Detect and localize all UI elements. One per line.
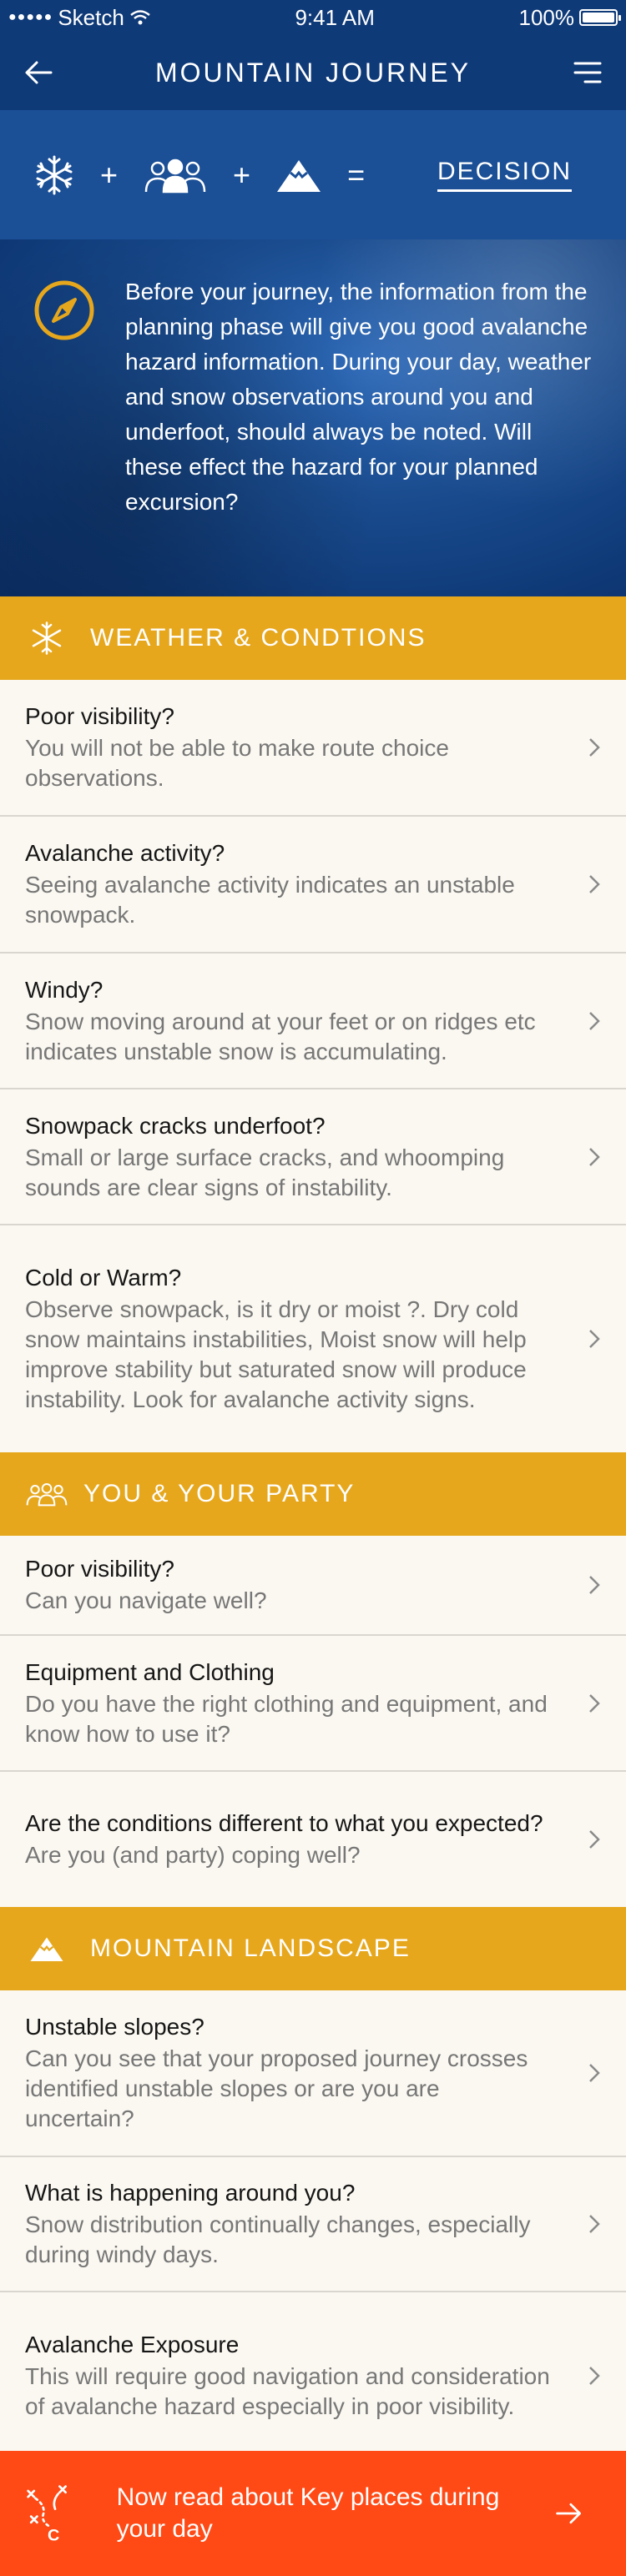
item-title: Avalanche activity? <box>25 840 225 866</box>
list-item[interactable]: Windy? Snow moving around at your feet o… <box>0 953 626 1089</box>
intro-text: Before your journey, the information fro… <box>125 279 592 515</box>
list-item[interactable]: Snowpack cracks underfoot? Small or larg… <box>0 1089 626 1225</box>
item-title: Unstable slopes? <box>25 2014 204 2040</box>
section-header-weather: WEATHER & CONDTIONS <box>0 596 626 680</box>
section-label: YOU & YOUR PARTY <box>83 1480 356 1507</box>
route-plan-icon: C <box>27 2485 67 2544</box>
decision-link[interactable]: DECISION <box>437 158 572 192</box>
chevron-right-icon <box>589 1693 600 1713</box>
item-title: Windy? <box>25 976 103 1003</box>
snowflake-icon <box>36 155 73 194</box>
back-button[interactable] <box>18 53 58 93</box>
group-icon <box>25 1472 68 1516</box>
footer-label: Now read about Key places during your da… <box>116 2483 500 2543</box>
status-right: 100% <box>518 4 621 31</box>
chevron-right-icon <box>589 1330 600 1348</box>
status-left: ●●●●● Sketch <box>8 5 151 31</box>
list-item[interactable]: Poor visibility? Can you navigate well? <box>0 1536 626 1636</box>
status-bar: ●●●●● Sketch 9:41 AM 100% <box>0 0 626 35</box>
section-header-landscape: MOUNTAIN LANDSCAPE <box>0 1907 626 1990</box>
battery-percent: 100% <box>518 4 574 30</box>
item-description: Small or large surface cracks, and whoom… <box>25 1144 505 1200</box>
mountain-icon <box>25 1927 68 1970</box>
section-label: MOUNTAIN LANDSCAPE <box>90 1935 411 1962</box>
section-label: WEATHER & CONDTIONS <box>90 624 427 652</box>
mountain-icon <box>277 159 321 192</box>
page-title: MOUNTAIN JOURNEY <box>154 57 472 88</box>
item-title: Equipment and Clothing <box>25 1658 275 1685</box>
wifi-icon <box>130 10 150 25</box>
chevron-right-icon <box>589 1830 600 1849</box>
item-description: This will require good navigation and co… <box>25 2363 550 2419</box>
list-item[interactable]: Cold or Warm? Observe snowpack, is it dr… <box>0 1225 626 1452</box>
clock: 9:41 AM <box>295 4 375 30</box>
item-title: Poor visibility? <box>25 703 174 729</box>
menu-button[interactable] <box>568 53 608 93</box>
list-item[interactable]: Poor visibility? You will not be able to… <box>0 680 626 817</box>
item-description: Do you have the right clothing and equip… <box>25 1690 548 1747</box>
item-description: Can you see that your proposed journey c… <box>25 2045 528 2131</box>
section-header-party: YOU & YOUR PARTY <box>0 1452 626 1536</box>
item-description: Can you navigate well? <box>25 1587 267 1613</box>
item-description: Are you (and party) coping well? <box>25 1842 361 1868</box>
mountain-journey-screen: ●●●●● Sketch 9:41 AM 100% MOUNTAIN JOURN… <box>0 0 626 2576</box>
decision-formula: + + = DECISION <box>0 110 626 239</box>
chevron-right-icon <box>589 1147 600 1166</box>
item-title: Snowpack cracks underfoot? <box>25 1112 326 1139</box>
chevron-right-icon <box>589 738 600 757</box>
item-title: Are the conditions different to what you… <box>25 1810 543 1836</box>
item-title: What is happening around you? <box>25 2180 356 2206</box>
list-item[interactable]: Avalanche Exposure This will require goo… <box>0 2292 626 2459</box>
menu-icon <box>573 62 602 83</box>
snowflake-icon <box>25 616 68 660</box>
svg-text:C: C <box>48 2526 59 2544</box>
list-item[interactable]: What is happening around you? Snow distr… <box>0 2157 626 2292</box>
item-title: Poor visibility? <box>25 1556 174 1582</box>
signal-dots-icon: ●●●●● <box>8 10 53 24</box>
list-item[interactable]: Equipment and Clothing Do you have the r… <box>0 1636 626 1772</box>
equals-sign: = <box>347 157 366 192</box>
chevron-right-icon <box>589 2064 600 2082</box>
item-description: Seeing avalanche activity indicates an u… <box>25 872 515 928</box>
plus-sign: + <box>100 157 119 192</box>
chevron-right-icon <box>589 1011 600 1030</box>
list-item[interactable]: Are the conditions different to what you… <box>0 1772 626 1907</box>
item-title: Cold or Warm? <box>25 1265 182 1291</box>
key-places-button[interactable]: C Now read about Key places during your … <box>0 2451 626 2576</box>
intro-banner: Before your journey, the information fro… <box>0 239 626 596</box>
plus-sign: + <box>233 157 251 192</box>
battery-icon <box>578 9 621 26</box>
item-title: Avalanche Exposure <box>25 2332 240 2357</box>
chevron-right-icon <box>589 2367 600 2385</box>
arrow-right-icon <box>556 2503 581 2524</box>
back-arrow-icon <box>25 61 53 84</box>
group-icon <box>144 158 206 193</box>
chevron-right-icon <box>589 1576 600 1594</box>
item-description: Snow moving around at your feet or on ri… <box>25 1008 536 1064</box>
chevron-right-icon <box>589 2215 600 2233</box>
compass-icon <box>34 280 94 340</box>
item-description: Snow distribution continually changes, e… <box>25 2211 531 2267</box>
item-description: You will not be able to make route choic… <box>25 735 449 791</box>
item-description: Observe snowpack, is it dry or moist ?. … <box>25 1296 527 1412</box>
list-item[interactable]: Unstable slopes? Can you see that your p… <box>0 1990 626 2157</box>
carrier-label: Sketch <box>58 4 124 30</box>
list-item[interactable]: Avalanche activity? Seeing avalanche act… <box>0 817 626 953</box>
chevron-right-icon <box>589 875 600 893</box>
nav-bar: MOUNTAIN JOURNEY <box>0 35 626 110</box>
